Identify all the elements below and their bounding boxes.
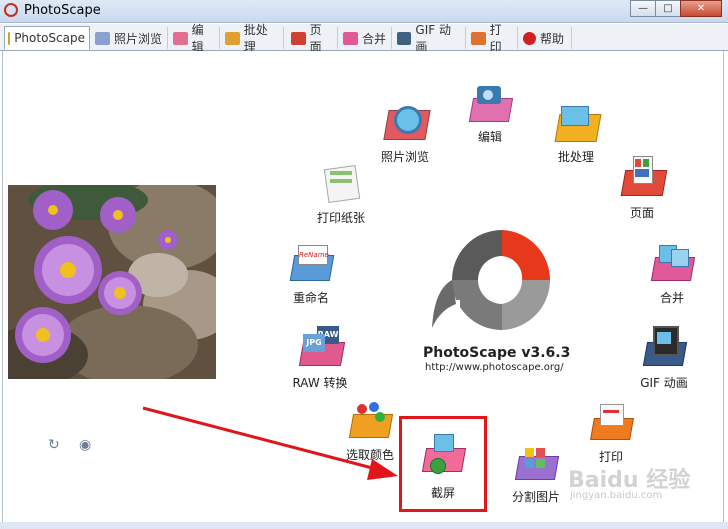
tab-photo-viewer[interactable]: 照片浏览: [92, 27, 168, 49]
item-gif-animation[interactable]: GIF 动画: [634, 326, 694, 391]
tab-help[interactable]: 帮助: [520, 27, 572, 49]
item-rename[interactable]: ReName 重命名: [286, 243, 336, 306]
app-icon: [4, 3, 18, 17]
eye-icon[interactable]: ◉: [79, 437, 91, 453]
photo-viewer-icon: [380, 102, 431, 144]
item-print-paper[interactable]: 打印纸张: [306, 163, 376, 226]
product-url[interactable]: http://www.photoscape.org/: [425, 362, 564, 373]
tab-combine[interactable]: 合并: [340, 27, 392, 49]
item-batch-editor[interactable]: 批处理: [548, 102, 604, 165]
minimize-button[interactable]: —: [630, 0, 656, 17]
flower-photo: [8, 185, 216, 379]
batch-editor-icon: [225, 31, 240, 45]
tab-page[interactable]: 页面: [288, 23, 338, 54]
item-raw-converter[interactable]: RAW JPG RAW 转换: [288, 326, 352, 391]
rename-icon: ReName: [288, 243, 335, 283]
raw-converter-icon: RAW JPG: [295, 326, 346, 368]
rotate-icon[interactable]: ↻: [48, 437, 60, 453]
watermark-url: jingyan.baidu.com: [570, 490, 663, 501]
item-splitter[interactable]: 分割图片: [506, 446, 566, 505]
item-editor[interactable]: 编辑: [462, 84, 518, 145]
tab-print[interactable]: 打印: [468, 23, 518, 54]
maximize-button[interactable]: □: [655, 0, 681, 17]
print-icon: [588, 402, 634, 442]
title-bar: PhotoScape — □ ✕: [0, 0, 728, 23]
color-picker-icon: [347, 400, 394, 440]
bottom-strip: [0, 522, 728, 529]
splitter-icon: [513, 446, 560, 482]
item-print[interactable]: 打印: [586, 402, 636, 465]
tab-bar: PhotoScape 照片浏览 编辑 批处理 页面 合并 GIF 动画 打印 帮…: [0, 23, 728, 54]
gif-animation-icon: [397, 31, 412, 45]
combine-icon: [649, 243, 696, 283]
item-color-picker[interactable]: 选取颜色: [340, 400, 400, 463]
window-title: PhotoScape: [24, 3, 101, 18]
print-icon: [471, 31, 486, 45]
photo-viewer-icon: [95, 31, 110, 45]
editor-icon: [465, 84, 515, 124]
close-button[interactable]: ✕: [680, 0, 722, 17]
item-page[interactable]: 页面: [614, 156, 670, 221]
gif-animation-icon: [641, 326, 688, 368]
product-name: PhotoScape v3.6.3: [423, 345, 571, 361]
photoscape-icon: [8, 31, 11, 45]
tab-gif-animation[interactable]: GIF 动画: [394, 23, 466, 54]
highlight-box: [399, 416, 487, 512]
help-icon: [523, 31, 536, 45]
item-combine[interactable]: 合并: [646, 243, 698, 306]
photoscape-logo: [430, 230, 552, 330]
tab-photoscape[interactable]: PhotoScape: [4, 26, 90, 50]
combine-icon: [343, 31, 358, 45]
tab-editor[interactable]: 编辑: [170, 23, 220, 54]
batch-editor-icon: [551, 102, 602, 144]
page-icon: [617, 156, 668, 198]
editor-icon: [173, 31, 188, 45]
item-photo-viewer[interactable]: 照片浏览: [372, 102, 438, 165]
print-paper-icon: [316, 163, 366, 204]
tab-batch-editor[interactable]: 批处理: [222, 23, 284, 54]
page-icon: [291, 31, 306, 45]
